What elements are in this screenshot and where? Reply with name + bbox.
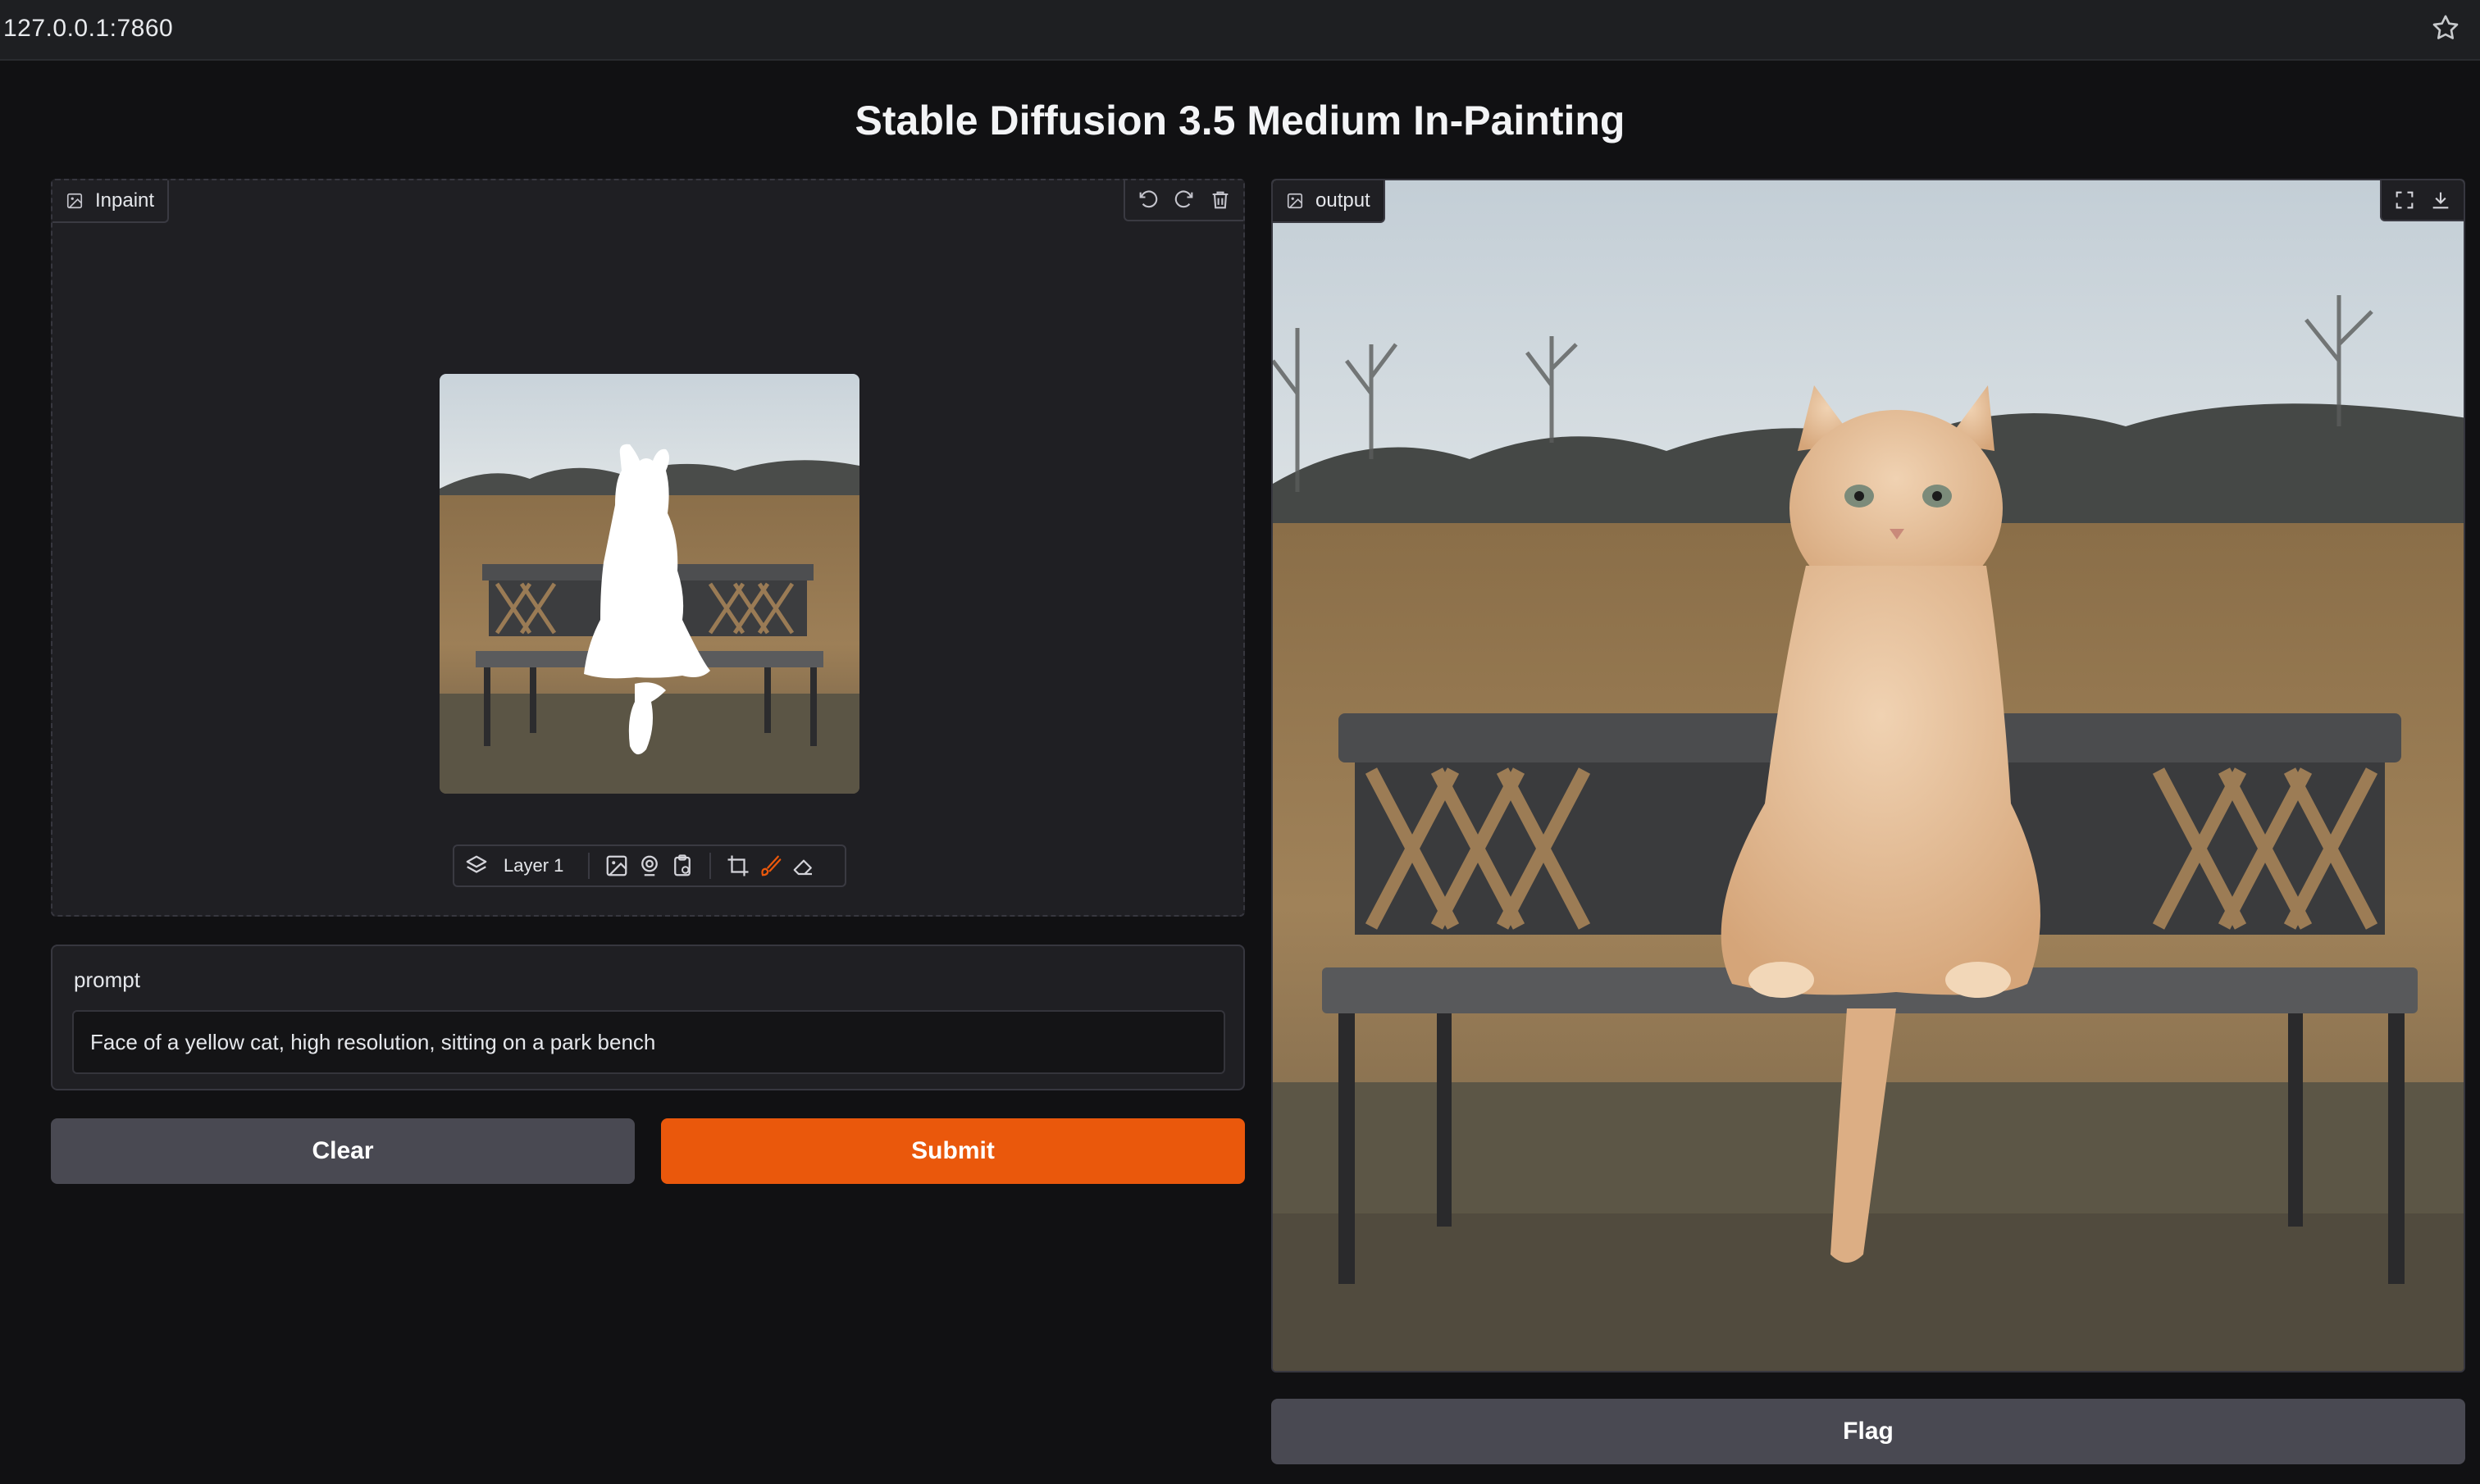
inpaint-canvas-image[interactable] <box>440 374 859 794</box>
image-icon <box>66 193 83 209</box>
brush-icon[interactable] <box>759 854 783 878</box>
layer-label[interactable]: Layer 1 <box>504 855 563 876</box>
eraser-icon[interactable] <box>791 854 816 878</box>
bench-with-mask-image[interactable] <box>440 374 859 794</box>
undo-icon <box>1139 190 1158 208</box>
output-label: output <box>1273 180 1385 223</box>
fullscreen-icon <box>2396 191 2414 209</box>
inpaint-editor[interactable]: Inpaint Layer 1 <box>51 179 1245 917</box>
fullscreen-button[interactable] <box>2388 184 2421 216</box>
download-icon <box>2432 192 2449 209</box>
flag-button[interactable]: Flag <box>1271 1399 2465 1464</box>
redo-icon <box>1174 190 1193 208</box>
prompt-input-value: Face of a yellow cat, high resolution, s… <box>90 1029 656 1054</box>
inpaint-label: Inpaint <box>52 180 170 223</box>
image-icon <box>1287 193 1303 209</box>
gradio-app: Stable Diffusion 3.5 Medium In-Painting … <box>0 61 2480 1484</box>
clear-button[interactable]: Clear <box>51 1118 635 1184</box>
output-image-block: output <box>1271 179 2465 1372</box>
divider <box>709 853 712 879</box>
undo-button[interactable] <box>1132 184 1165 216</box>
crop-icon[interactable] <box>726 854 750 878</box>
output-label-text: output <box>1315 189 1370 212</box>
url-text[interactable]: 127.0.0.1:7860 <box>3 15 173 43</box>
layers-icon[interactable] <box>464 854 489 878</box>
page-title: Stable Diffusion 3.5 Medium In-Painting <box>855 98 1625 143</box>
webcam-icon[interactable] <box>637 854 662 878</box>
inpaint-label-text: Inpaint <box>95 189 155 212</box>
inpaint-toolbar <box>1124 180 1243 221</box>
layer-toolbar: Layer 1 <box>453 844 846 887</box>
paste-icon[interactable] <box>670 854 695 878</box>
output-image <box>1273 180 2464 1371</box>
submit-button[interactable]: Submit <box>661 1118 1245 1184</box>
clear-canvas-button[interactable] <box>1204 184 1237 216</box>
download-button[interactable] <box>2424 184 2457 216</box>
prompt-input[interactable]: Face of a yellow cat, high resolution, s… <box>72 1010 1225 1074</box>
output-toolbar <box>2380 180 2464 221</box>
trash-icon <box>1212 191 1229 209</box>
redo-button[interactable] <box>1168 184 1201 216</box>
prompt-label: prompt <box>74 967 140 992</box>
image-upload-icon[interactable] <box>604 854 629 878</box>
bookmark-star-icon[interactable] <box>2429 11 2462 44</box>
browser-url-bar[interactable]: 127.0.0.1:7860 <box>0 0 2480 61</box>
divider <box>588 853 590 879</box>
prompt-block: prompt Face of a yellow cat, high resolu… <box>51 945 1245 1090</box>
